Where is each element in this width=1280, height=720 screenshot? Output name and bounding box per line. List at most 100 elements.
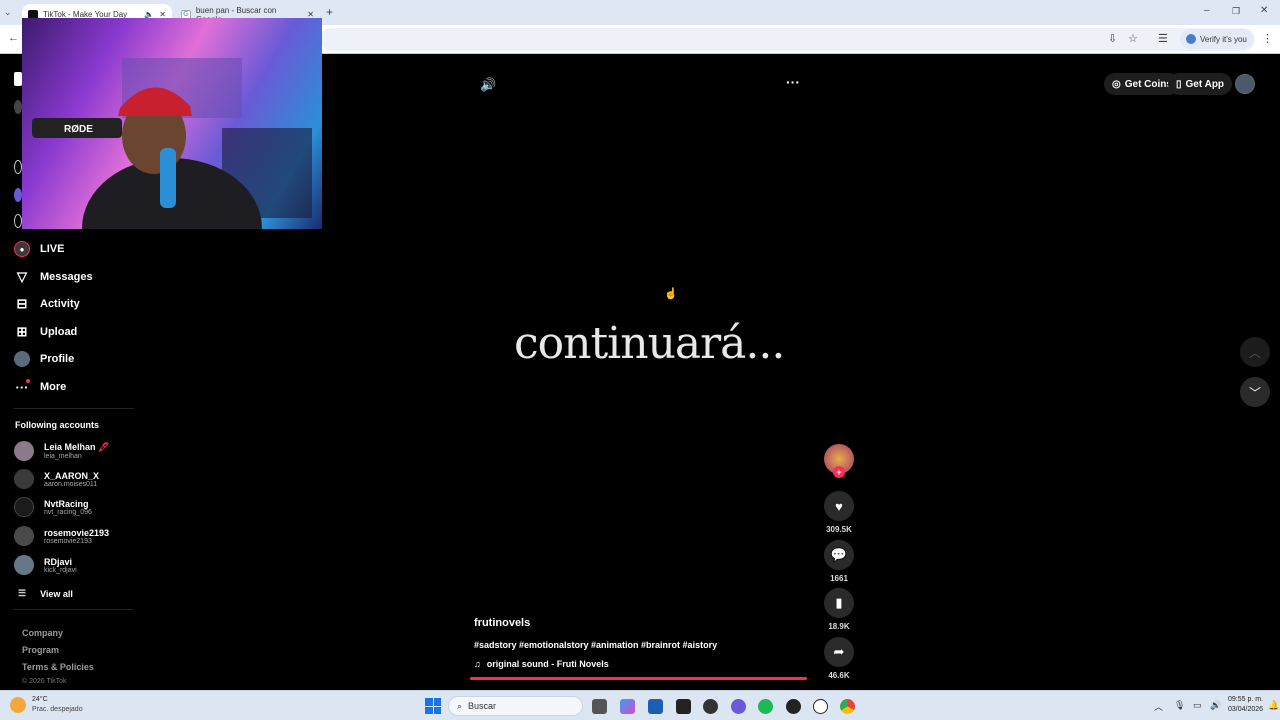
spotify-icon[interactable]: [758, 699, 773, 714]
view-all-label: View all: [40, 588, 73, 599]
weather-icon[interactable]: [10, 697, 26, 713]
video-player[interactable]: [470, 66, 810, 682]
explore-icon[interactable]: [14, 160, 22, 174]
messages-icon: ▽: [17, 269, 27, 284]
sidebar-item-messages[interactable]: ▽ Messages: [14, 269, 93, 285]
browser-menu-icon[interactable]: ⋮: [1262, 32, 1273, 45]
video-progress-bar[interactable]: [470, 677, 807, 680]
sidebar-item-label: Upload: [40, 326, 78, 338]
previous-video-button[interactable]: ︿: [1240, 337, 1270, 367]
mouse-cursor-icon: ☝: [664, 288, 678, 300]
restore-icon[interactable]: ❐: [1232, 6, 1240, 17]
get-app-button[interactable]: ▯ Get App: [1168, 73, 1233, 95]
following-account-item[interactable]: Leia Melhan 🖋 leia_melhan: [14, 441, 109, 461]
share-button[interactable]: ➦ 46.6K: [824, 637, 854, 680]
back-icon[interactable]: ←: [8, 32, 19, 44]
volume-tray-icon[interactable]: 🔊: [1210, 700, 1221, 711]
obs-icon[interactable]: [703, 699, 718, 714]
windows-taskbar: 24°C Prac. despejado ⌕ Buscar ︿ 🎙 ▭ 🔊 09…: [0, 690, 1280, 720]
sidebar-item-label: More: [40, 381, 67, 393]
video-author[interactable]: frutinovels: [474, 617, 530, 629]
account-handle: nvt_racing_096: [44, 508, 92, 516]
more-icon: ···: [15, 379, 30, 395]
phone-icon: ▯: [1176, 78, 1182, 90]
following-account-item[interactable]: RDjavi kick_rdjavi: [14, 555, 77, 575]
footer-link-program[interactable]: Program: [22, 645, 59, 655]
tiktok-logo-icon[interactable]: [14, 72, 22, 86]
install-icon[interactable]: ⇩: [1108, 32, 1117, 45]
account-name: X_AARON_X: [44, 470, 100, 481]
avatar: [14, 526, 34, 546]
tray-chevron-icon[interactable]: ︿: [1154, 700, 1163, 713]
discord-icon[interactable]: [731, 699, 746, 714]
new-tab-icon[interactable]: +: [326, 5, 333, 19]
tab-search-icon[interactable]: ⌄: [4, 7, 12, 18]
verify-label: Verify it's you: [1200, 34, 1247, 44]
account-handle: rosemovie2193: [44, 537, 92, 545]
minimize-icon[interactable]: –: [1204, 5, 1210, 16]
avatar: [14, 555, 34, 575]
share-count: 46.6K: [828, 671, 850, 680]
video-options-icon[interactable]: ···: [786, 74, 800, 90]
sidebar-item-more[interactable]: ··· More: [14, 379, 66, 395]
extensions-icon[interactable]: ☰: [1158, 32, 1168, 45]
avatar: [14, 469, 34, 489]
search-icon[interactable]: [14, 100, 22, 114]
sidebar-divider: [14, 609, 134, 610]
terminal-icon[interactable]: [676, 699, 691, 714]
sidebar-item-profile[interactable]: Profile: [14, 351, 74, 367]
copyright-text: © 2026 TikTok: [22, 678, 67, 685]
chrome-icon[interactable]: [840, 699, 855, 714]
like-button[interactable]: ♥ 309.5K: [824, 491, 854, 534]
following-accounts-title: Following accounts: [15, 420, 100, 430]
verify-button[interactable]: Verify it's you: [1180, 29, 1253, 49]
app-icon[interactable]: [786, 699, 801, 714]
user-avatar[interactable]: [1235, 74, 1255, 94]
capcut-icon[interactable]: [813, 699, 828, 714]
microphone-icon[interactable]: 🎙: [1174, 700, 1185, 711]
follow-plus-icon[interactable]: +: [833, 466, 845, 478]
following-account-item[interactable]: rosemovie2193 rosemovie2193: [14, 526, 109, 546]
next-video-button[interactable]: ﹀: [1240, 377, 1270, 407]
profile-icon: [1186, 34, 1196, 44]
chevron-up-icon: ︿: [1248, 345, 1261, 360]
following-account-item[interactable]: X_AARON_X aaron.moises011: [14, 469, 99, 489]
comment-button[interactable]: 💬 1661: [824, 540, 854, 583]
sidebar-item-label: Activity: [40, 298, 80, 310]
footer-link-terms[interactable]: Terms & Policies: [22, 662, 94, 672]
sidebar-item-label: Profile: [40, 353, 75, 365]
volume-icon[interactable]: 🔊: [480, 77, 496, 93]
sidebar-item-live[interactable]: ● LIVE: [14, 241, 64, 257]
view-all-link[interactable]: ☰ View all: [18, 588, 73, 599]
taskbar-search[interactable]: ⌕ Buscar: [448, 696, 583, 716]
copilot-icon[interactable]: [620, 699, 635, 714]
task-view-icon[interactable]: [592, 699, 607, 714]
store-icon[interactable]: [648, 699, 663, 714]
footer-link-company[interactable]: Company: [22, 628, 63, 638]
upload-icon: ⊞: [16, 324, 28, 339]
clock-time[interactable]: 09:55 p. m.: [1228, 696, 1263, 703]
account-handle: aaron.moises011: [44, 480, 98, 488]
heart-icon: ♥: [824, 491, 854, 521]
following-account-item[interactable]: NvtRacing nvt_racing_096: [14, 497, 92, 517]
sidebar-item-activity[interactable]: ⊟ Activity: [14, 296, 80, 312]
get-coins-label: Get Coins: [1124, 78, 1172, 90]
sidebar-divider: [14, 408, 134, 409]
get-app-label: Get App: [1185, 78, 1225, 90]
close-window-icon[interactable]: ✕: [1260, 5, 1268, 16]
windows-start-icon[interactable]: [425, 698, 441, 714]
following-icon[interactable]: [14, 188, 22, 202]
svg-text:RØDE: RØDE: [64, 124, 93, 135]
save-button[interactable]: ▮ 18.9K: [824, 588, 854, 631]
bookmark-star-icon[interactable]: ☆: [1128, 32, 1138, 45]
video-sound[interactable]: ♫ original sound - Fruti Novels: [474, 659, 609, 669]
video-hashtags[interactable]: #sadstory #emotionalstory #animation #br…: [474, 640, 717, 650]
friends-icon[interactable]: [14, 214, 22, 228]
notifications-icon[interactable]: 🔔: [1268, 700, 1279, 711]
creator-avatar-button[interactable]: +: [824, 444, 854, 478]
sidebar-item-upload[interactable]: ⊞ Upload: [14, 324, 78, 340]
sidebar-item-label: Messages: [40, 271, 93, 283]
clock-date[interactable]: 03/04/2026: [1228, 706, 1263, 713]
profile-avatar-icon: [14, 351, 30, 367]
network-icon[interactable]: ▭: [1193, 700, 1202, 711]
